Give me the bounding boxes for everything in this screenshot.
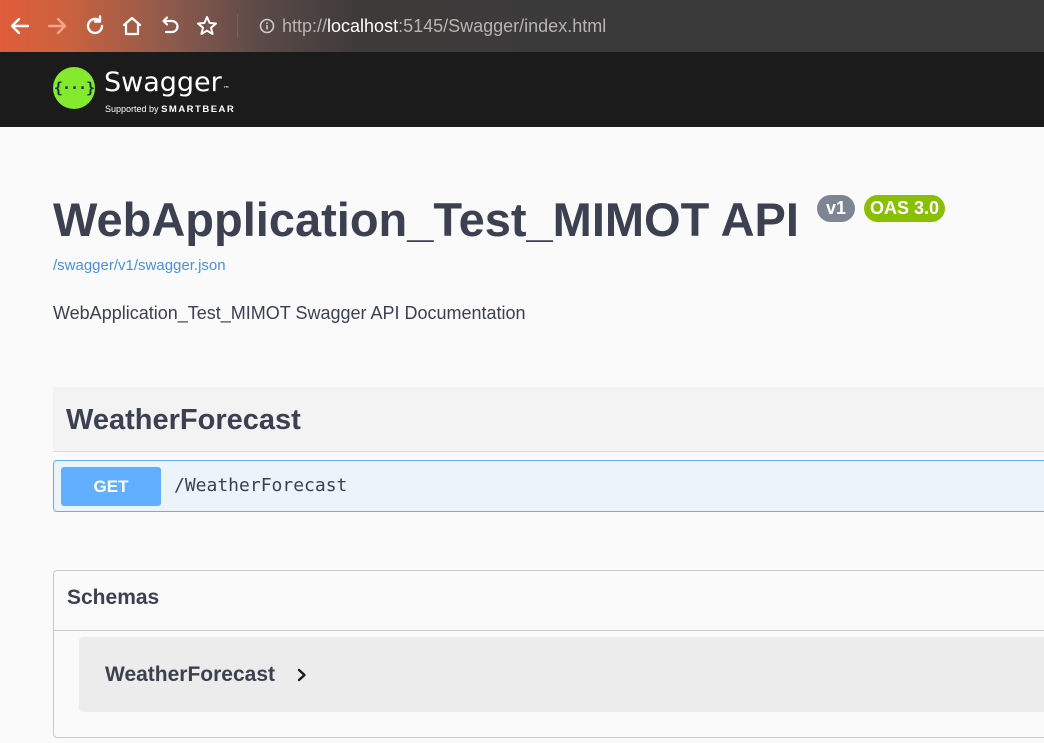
swagger-brand[interactable]: Swagger™ [104,68,230,104]
tag-title: WeatherForecast [66,404,301,436]
undo-icon[interactable] [158,14,182,38]
url-scheme: http:// [282,16,328,36]
swagger-logo-icon[interactable]: {···} [53,67,95,109]
url-path: :5145/Swagger/index.html [398,16,607,36]
smartbear-text: SMARTBEAR [161,104,236,115]
swagger-json-link[interactable]: /swagger/v1/swagger.json [53,257,226,275]
info-icon[interactable] [258,17,276,35]
logo-symbol: {···} [53,79,95,97]
method-badge: GET [61,467,161,506]
brand-name: Swagger [104,67,222,98]
bookmark-star-icon[interactable] [195,14,219,38]
tag-weatherforecast[interactable]: WeatherForecast [53,387,1044,452]
toolbar-divider [237,14,238,38]
api-description: WebApplication_Test_MIMOT Swagger API Do… [53,303,526,323]
back-arrow-icon[interactable] [8,14,32,38]
operation-get-weatherforecast[interactable]: GET /WeatherForecast [53,460,1044,512]
forward-arrow-icon[interactable] [45,14,69,38]
url-host: localhost [327,16,399,36]
schemas-title: Schemas [67,586,160,609]
version-badge: v1 [817,195,856,222]
reload-icon[interactable] [83,14,107,38]
trademark: ™ [222,85,230,93]
supported-by: Supported by SMARTBEAR [105,104,235,115]
home-icon[interactable] [120,14,144,38]
oas-version-badge: OAS 3.0 [864,195,946,222]
schemas-header[interactable]: Schemas [54,571,1044,631]
operation-path: /WeatherForecast [174,475,348,496]
browser-toolbar: http://localhost:5145/Swagger/index.html [0,0,1044,52]
model-weatherforecast[interactable]: WeatherForecast [79,637,1044,712]
chevron-right-icon[interactable] [295,665,309,685]
api-title: WebApplication_Test_MIMOT API [53,193,799,246]
model-name: WeatherForecast [105,663,276,686]
supported-by-text: Supported by [105,104,159,114]
schemas-section: Schemas WeatherForecast [53,570,1044,738]
swagger-topbar: {···} Swagger™ Supported by SMARTBEAR [0,52,1044,127]
address-bar[interactable]: http://localhost:5145/Swagger/index.html [282,14,606,38]
